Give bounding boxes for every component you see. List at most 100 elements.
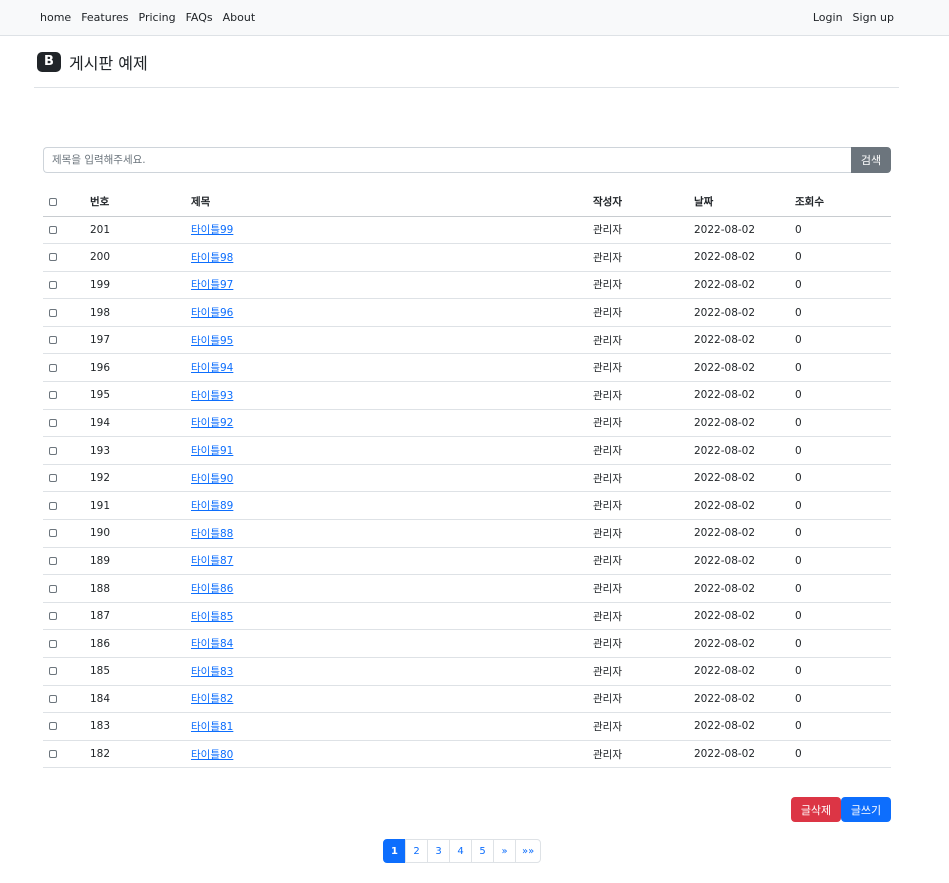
row-number: 192: [90, 464, 191, 493]
row-checkbox[interactable]: [49, 501, 57, 510]
row-checkbox[interactable]: [49, 722, 57, 731]
post-title-link[interactable]: 타이틀89: [191, 500, 233, 512]
row-number: 190: [90, 519, 191, 548]
row-views: 0: [795, 740, 891, 769]
row-checkbox[interactable]: [49, 639, 57, 648]
nav-link[interactable]: Features: [81, 11, 128, 24]
nav-link[interactable]: FAQs: [186, 11, 213, 24]
table-row: 197 타이틀95 관리자 2022-08-02 0: [43, 326, 891, 355]
row-number: 195: [90, 381, 191, 410]
page-title[interactable]: 게시판 예제: [69, 50, 148, 74]
post-title-link[interactable]: 타이틀93: [191, 390, 233, 402]
post-title-link[interactable]: 타이틀84: [191, 638, 233, 650]
row-select-cell: [43, 712, 90, 741]
row-author: 관리자: [593, 216, 694, 245]
post-title-link[interactable]: 타이틀92: [191, 417, 233, 429]
post-title-link[interactable]: 타이틀83: [191, 666, 233, 678]
search-form: 검색: [43, 147, 891, 173]
login-link[interactable]: Login: [813, 11, 843, 24]
board-actions: 글삭제 글쓰기: [791, 797, 891, 822]
delete-post-button[interactable]: 글삭제: [791, 797, 841, 822]
row-number: 182: [90, 740, 191, 769]
page-link[interactable]: 5: [471, 839, 494, 863]
post-title-link[interactable]: 타이틀80: [191, 749, 233, 761]
row-checkbox[interactable]: [49, 280, 57, 289]
row-number: 196: [90, 353, 191, 383]
row-select-cell: [43, 629, 90, 658]
page-link[interactable]: »: [493, 839, 516, 863]
post-title-link[interactable]: 타이틀91: [191, 445, 233, 457]
bootstrap-logo-icon[interactable]: B: [37, 51, 61, 72]
select-all-checkbox[interactable]: [49, 197, 57, 206]
row-checkbox[interactable]: [49, 529, 57, 538]
post-title-link[interactable]: 타이틀98: [191, 252, 233, 264]
nav-link[interactable]: home: [40, 11, 71, 24]
row-checkbox[interactable]: [49, 225, 57, 234]
row-select-cell: [43, 740, 90, 769]
post-title-link[interactable]: 타이틀88: [191, 528, 233, 540]
top-navbar: home Features Pricing FAQs About Login Sign …: [0, 0, 949, 36]
row-checkbox[interactable]: [49, 474, 57, 483]
post-title-link[interactable]: 타이틀94: [191, 362, 233, 374]
row-checkbox[interactable]: [49, 418, 57, 427]
post-title-link[interactable]: 타이틀85: [191, 611, 233, 623]
row-title-cell: 타이틀97: [191, 271, 593, 300]
row-number: 187: [90, 602, 191, 631]
row-date: 2022-08-02: [694, 216, 795, 245]
row-checkbox[interactable]: [49, 612, 57, 621]
page-link[interactable]: 4: [449, 839, 472, 863]
row-author: 관리자: [593, 464, 694, 493]
search-button[interactable]: 검색: [851, 147, 891, 173]
row-checkbox[interactable]: [49, 667, 57, 676]
row-checkbox[interactable]: [49, 363, 57, 372]
row-checkbox[interactable]: [49, 556, 57, 565]
row-author: 관리자: [593, 629, 694, 658]
post-title-link[interactable]: 타이틀99: [191, 224, 233, 236]
pagination: 1 2 3 4 5»»»: [383, 839, 542, 863]
post-title-link[interactable]: 타이틀96: [191, 307, 233, 319]
row-number: 199: [90, 271, 191, 300]
row-views: 0: [795, 216, 891, 245]
page-link[interactable]: »»: [515, 839, 542, 863]
row-select-cell: [43, 353, 90, 383]
signup-link[interactable]: Sign up: [853, 11, 894, 24]
write-post-button[interactable]: 글쓰기: [841, 797, 891, 822]
search-input[interactable]: [43, 147, 851, 173]
row-date: 2022-08-02: [694, 409, 795, 438]
row-checkbox[interactable]: [49, 584, 57, 593]
page-link[interactable]: 1: [383, 839, 406, 863]
post-title-link[interactable]: 타이틀90: [191, 473, 233, 485]
row-checkbox[interactable]: [49, 253, 57, 262]
row-author: 관리자: [593, 298, 694, 327]
row-views: 0: [795, 519, 891, 548]
post-title-link[interactable]: 타이틀95: [191, 335, 233, 347]
row-select-cell: [43, 657, 90, 686]
row-date: 2022-08-02: [694, 740, 795, 769]
row-author: 관리자: [593, 353, 694, 383]
row-select-cell: [43, 216, 90, 245]
page-link[interactable]: 2: [405, 839, 428, 863]
row-title-cell: 타이틀86: [191, 574, 593, 603]
page-link[interactable]: 3: [427, 839, 450, 863]
row-checkbox[interactable]: [49, 391, 57, 400]
row-author: 관리자: [593, 574, 694, 603]
header-title: 제목: [191, 188, 593, 217]
row-author: 관리자: [593, 436, 694, 465]
board-header: B 게시판 예제: [34, 36, 899, 88]
post-title-link[interactable]: 타이틀87: [191, 555, 233, 567]
post-title-link[interactable]: 타이틀97: [191, 279, 233, 291]
table-row: 193 타이틀91 관리자 2022-08-02 0: [43, 436, 891, 465]
row-checkbox[interactable]: [49, 308, 57, 317]
nav-link[interactable]: About: [223, 11, 256, 24]
nav-link[interactable]: Pricing: [139, 11, 176, 24]
row-checkbox[interactable]: [49, 336, 57, 345]
row-number: 184: [90, 685, 191, 714]
row-checkbox[interactable]: [49, 446, 57, 455]
post-title-link[interactable]: 타이틀86: [191, 583, 233, 595]
row-checkbox[interactable]: [49, 694, 57, 703]
row-title-cell: 타이틀84: [191, 629, 593, 658]
table-row: 184 타이틀82 관리자 2022-08-02 0: [43, 685, 891, 714]
row-checkbox[interactable]: [49, 750, 57, 759]
post-title-link[interactable]: 타이틀81: [191, 721, 233, 733]
post-title-link[interactable]: 타이틀82: [191, 693, 233, 705]
